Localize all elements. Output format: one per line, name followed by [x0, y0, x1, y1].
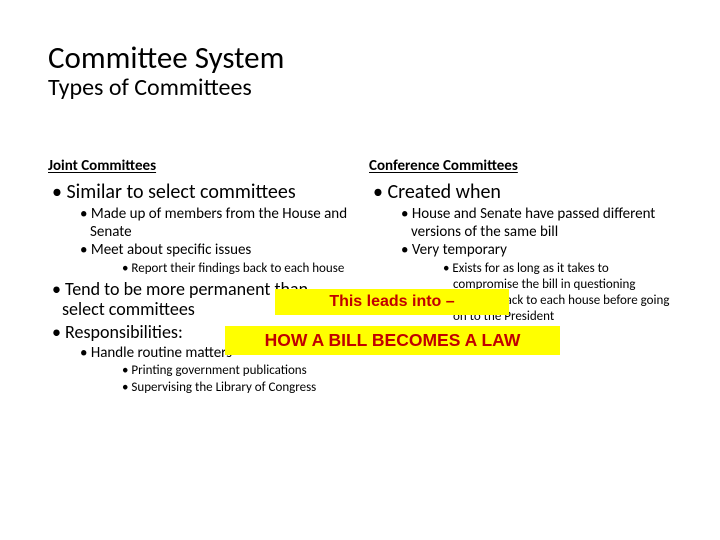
bullet-l3: Report their findings back to each house [90, 261, 351, 277]
slide-subtitle: Types of Committees [48, 75, 672, 101]
callout-bill-becomes-law: HOW A BILL BECOMES A LAW [225, 326, 560, 355]
two-column-layout: Joint Committees Similar to select commi… [48, 157, 672, 398]
bullet-l2: Made up of members from the House and Se… [62, 206, 351, 241]
right-heading: Conference Committees [369, 157, 672, 175]
right-column: Conference Committees Created when House… [369, 157, 672, 398]
callout-overlay: This leads into – HOW A BILL BECOMES A L… [225, 289, 560, 355]
callout-leads-into: This leads into – [275, 289, 509, 315]
left-heading: Joint Committees [48, 157, 351, 175]
bullet-l3: Exists for as long as it takes to compro… [411, 261, 672, 292]
bullet-l3: Supervising the Library of Congress [90, 380, 351, 396]
bullet-l3: Printing government publications [90, 363, 351, 379]
bullet-l1: Similar to select committees Made up of … [48, 181, 351, 277]
slide-title: Committee System [48, 42, 672, 75]
bullet-l2: House and Senate have passed different v… [383, 206, 672, 241]
bullet-l2: Meet about specific issues Report their … [62, 242, 351, 276]
left-column: Joint Committees Similar to select commi… [48, 157, 351, 398]
